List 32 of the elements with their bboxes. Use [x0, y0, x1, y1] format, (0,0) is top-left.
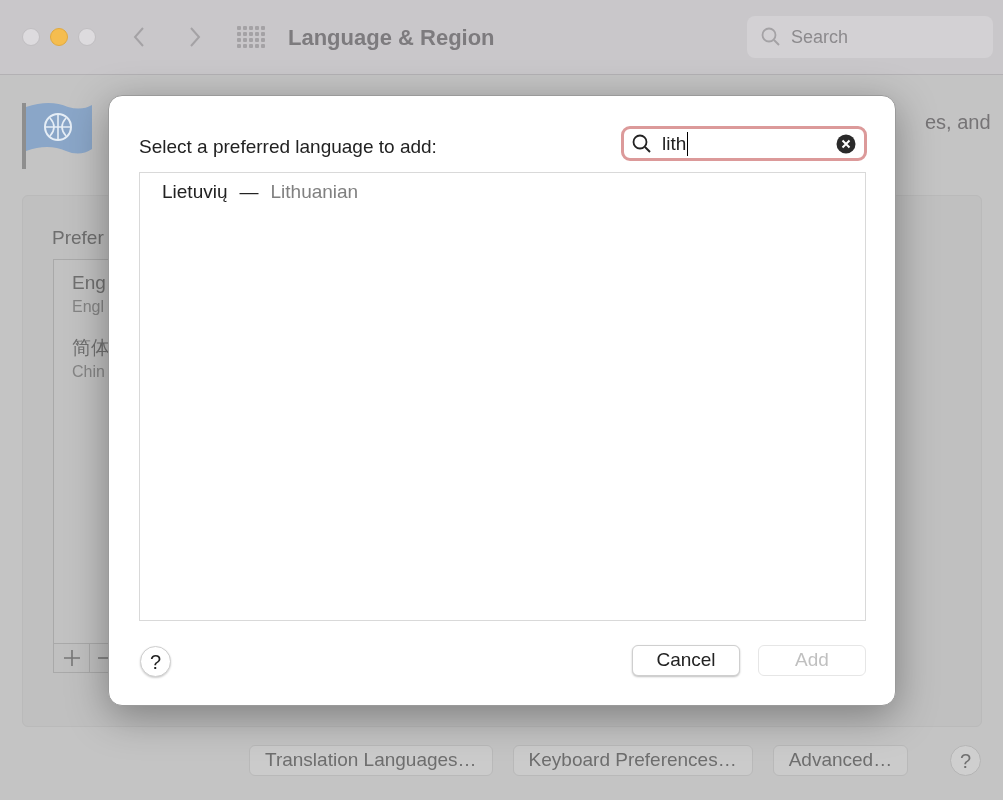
- preferred-languages-heading: Prefer: [52, 226, 104, 250]
- language-result-row[interactable]: Lietuvių — Lithuanian: [140, 179, 865, 205]
- window-title: Language & Region: [288, 23, 495, 52]
- minus-icon: [98, 657, 108, 659]
- preferences-button[interactable]: Keyboard Preferences…: [512, 745, 753, 776]
- add-language-button[interactable]: [53, 643, 90, 673]
- native-language-name: Lietuvių: [162, 179, 228, 204]
- description-text: es, and: [925, 110, 991, 135]
- dialog-prompt: Select a preferred language to add:: [139, 135, 437, 159]
- language-subtitle: Engl: [72, 297, 106, 317]
- help-button[interactable]: ?: [140, 646, 171, 677]
- preferences-button[interactable]: Advanced…: [772, 745, 909, 776]
- plus-icon: [63, 650, 80, 666]
- english-language-name: Lithuanian: [270, 179, 359, 204]
- minimize-window-icon[interactable]: [50, 28, 68, 46]
- grid-icon[interactable]: [236, 26, 266, 48]
- search-icon: [632, 133, 652, 154]
- dialog-button[interactable]: Cancel: [632, 645, 740, 676]
- search-field[interactable]: Search: [747, 16, 993, 58]
- help-button[interactable]: ?: [950, 745, 981, 776]
- language-name: Eng: [72, 271, 107, 295]
- forward-icon[interactable]: [188, 26, 202, 48]
- back-icon[interactable]: [132, 26, 146, 48]
- clear-search-icon[interactable]: [836, 133, 856, 154]
- close-window-icon[interactable]: [22, 28, 40, 46]
- search-icon: [761, 27, 781, 47]
- language-name: 简体: [72, 336, 110, 360]
- language-search-field[interactable]: lith: [621, 126, 867, 161]
- zoom-window-icon[interactable]: [78, 28, 96, 46]
- separator-dash: —: [239, 179, 259, 204]
- preferences-button[interactable]: Translation Languages…: [249, 745, 493, 776]
- language-subtitle: Chin: [72, 362, 106, 382]
